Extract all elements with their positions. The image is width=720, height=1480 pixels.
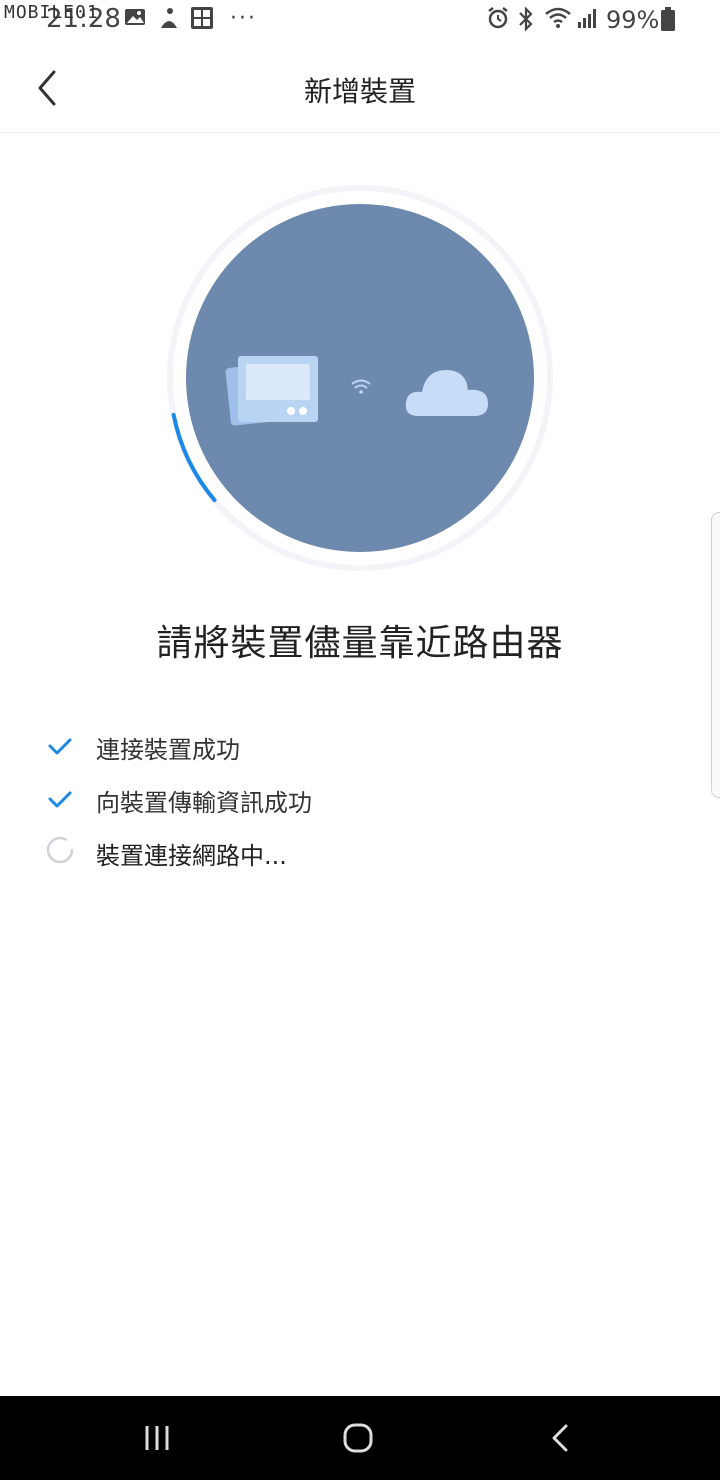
checkmark-icon <box>48 738 72 755</box>
calculator-icon <box>191 7 213 29</box>
nav-back-button[interactable] <box>540 1418 580 1458</box>
step-item-connect-device: 連接裝置成功 <box>44 726 644 766</box>
step-item-connecting-network: 裝置連接網路中... <box>44 832 644 872</box>
device-icon <box>225 356 318 426</box>
recent-apps-icon <box>145 1426 169 1450</box>
step-label: 裝置連接網路中... <box>96 842 287 870</box>
gallery-icon <box>125 9 145 25</box>
step-item-transfer-info: 向裝置傳輸資訊成功 <box>44 779 644 819</box>
edge-panel-handle[interactable] <box>711 512 720 798</box>
bluetooth-icon <box>519 6 533 32</box>
connection-illustration <box>167 185 553 571</box>
battery-percent: 99% <box>606 6 660 34</box>
app-header: 新增裝置 <box>0 44 720 133</box>
instruction-heading: 請將裝置儘量靠近路由器 <box>156 623 564 664</box>
overflow-dots: ··· <box>230 6 257 31</box>
app-icon <box>161 8 177 28</box>
step-label: 向裝置傳輸資訊成功 <box>96 789 312 817</box>
home-icon <box>343 1423 373 1453</box>
page-title: 新增裝置 <box>303 75 416 108</box>
battery-icon <box>661 7 675 31</box>
back-icon <box>552 1424 568 1452</box>
step-label: 連接裝置成功 <box>96 736 240 764</box>
status-bar: 21:28 MOBILE01 ··· 99% <box>0 0 720 44</box>
recent-apps-button[interactable] <box>137 1418 177 1458</box>
signal-icon <box>578 9 596 28</box>
wifi-icon <box>545 7 571 28</box>
system-nav-bar <box>0 1396 720 1480</box>
alarm-icon <box>488 7 508 29</box>
home-button[interactable] <box>338 1418 378 1458</box>
checkmark-icon <box>48 791 72 808</box>
loading-spinner-icon <box>46 836 74 864</box>
watermark-logo: MOBILE01 <box>4 2 99 23</box>
